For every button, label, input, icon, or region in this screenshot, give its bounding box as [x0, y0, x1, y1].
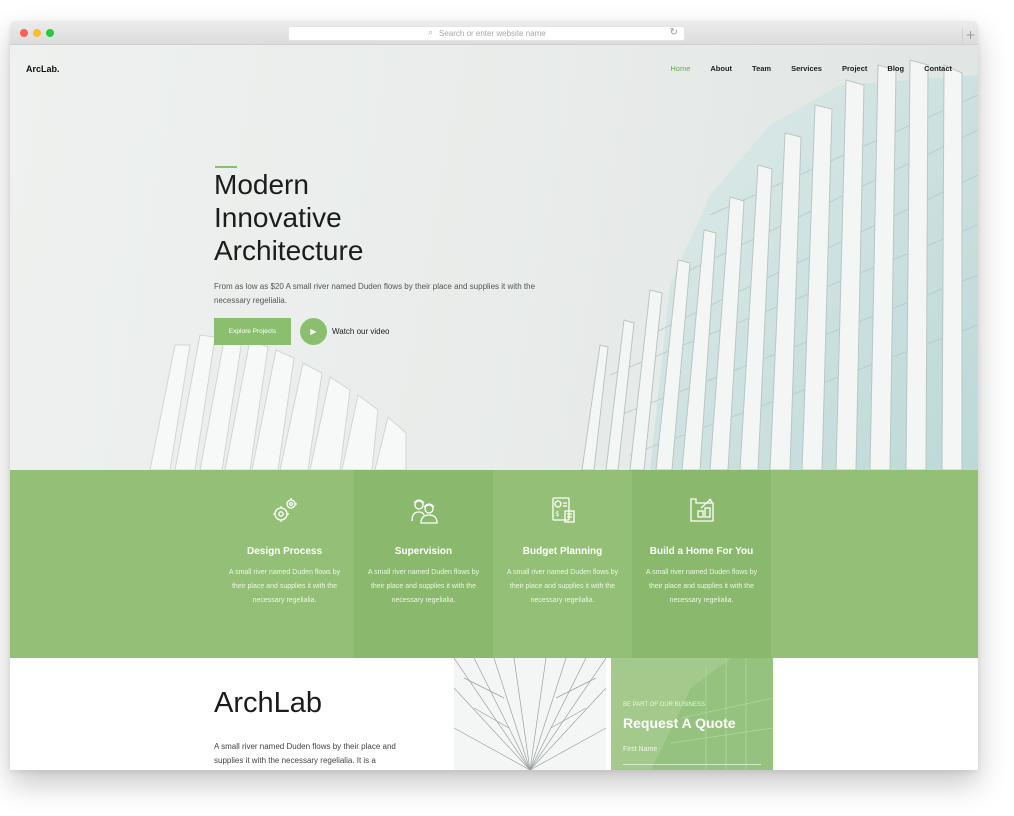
architecture-image [454, 658, 606, 770]
svg-text:$: $ [555, 510, 559, 518]
browser-titlebar: ⌕ Search or enter website name ↻ + [10, 21, 978, 45]
watch-video-link[interactable]: Watch our video [332, 327, 390, 336]
request-quote-panel: BE PART OF OUR BUSINESS Request A Quote … [611, 658, 773, 770]
workers-icon [411, 499, 438, 524]
nav-project[interactable]: Project [842, 64, 867, 73]
service-card: Supervision A small river named Duden fl… [354, 470, 493, 658]
browser-window: ⌕ Search or enter website name ↻ + ArcLa… [10, 21, 978, 770]
service-description: A small river named Duden flows by their… [645, 569, 758, 604]
nav-about[interactable]: About [710, 64, 732, 73]
hero-title-line: Modern [214, 169, 309, 200]
first-name-label: First Name [623, 746, 658, 753]
quote-kicker: BE PART OF OUR BUSINESS [623, 702, 706, 708]
explore-projects-button[interactable]: Explore Projects [214, 318, 291, 345]
blueprint-icon [690, 498, 714, 522]
new-tab-button[interactable]: + [962, 28, 978, 43]
search-icon: ⌕ [428, 28, 434, 38]
gears-icon [273, 498, 297, 522]
play-video-button[interactable]: ▶ [300, 318, 327, 345]
close-window-button[interactable] [20, 29, 28, 37]
quote-title: Request A Quote [623, 715, 736, 731]
service-card: $ Budget Planning A small river named Du… [493, 470, 632, 658]
budget-icon: $ [552, 497, 575, 523]
service-description: A small river named Duden flows by their… [228, 569, 341, 604]
service-title: Design Process [246, 546, 323, 557]
service-title: Budget Planning [522, 546, 603, 557]
address-bar[interactable]: ⌕ Search or enter website name ↻ [288, 26, 685, 41]
hero-title: Modern Innovative Architecture [214, 168, 544, 267]
zoom-window-button[interactable] [46, 29, 54, 37]
services-section: Design Process A small river named Duden… [10, 470, 978, 658]
about-section: ArchLab A small river named Duden flows … [10, 658, 978, 770]
hero-description: From as low as $20 A small river named D… [214, 282, 536, 305]
nav-blog[interactable]: Blog [887, 64, 904, 73]
address-placeholder: Search or enter website name [439, 29, 546, 38]
hero-title-line: Innovative [214, 202, 342, 233]
site-logo[interactable]: ArcLab. [26, 64, 60, 74]
about-title: ArchLab [214, 687, 323, 719]
service-card: Design Process A small river named Duden… [215, 470, 354, 658]
nav-team[interactable]: Team [752, 64, 771, 73]
first-name-input[interactable] [623, 764, 761, 765]
nav-contact[interactable]: Contact [924, 64, 952, 73]
service-card: Build a Home For You A small river named… [632, 470, 771, 658]
service-title: Build a Home For You [649, 546, 754, 557]
reload-icon[interactable]: ↻ [670, 27, 678, 38]
hero-section: ArcLab. Home About Team Services Project… [10, 45, 978, 470]
minimize-window-button[interactable] [33, 29, 41, 37]
hero-title-line: Architecture [214, 235, 364, 266]
about-text: A small river named Duden flows by their… [214, 742, 396, 765]
nav-services[interactable]: Services [791, 64, 822, 73]
main-nav: Home About Team Services Project Blog Co… [650, 64, 952, 73]
service-description: A small river named Duden flows by their… [506, 569, 619, 604]
service-title: Supervision [394, 546, 453, 557]
play-icon: ▶ [310, 327, 317, 336]
nav-home[interactable]: Home [670, 64, 690, 73]
service-description: A small river named Duden flows by their… [367, 569, 480, 604]
